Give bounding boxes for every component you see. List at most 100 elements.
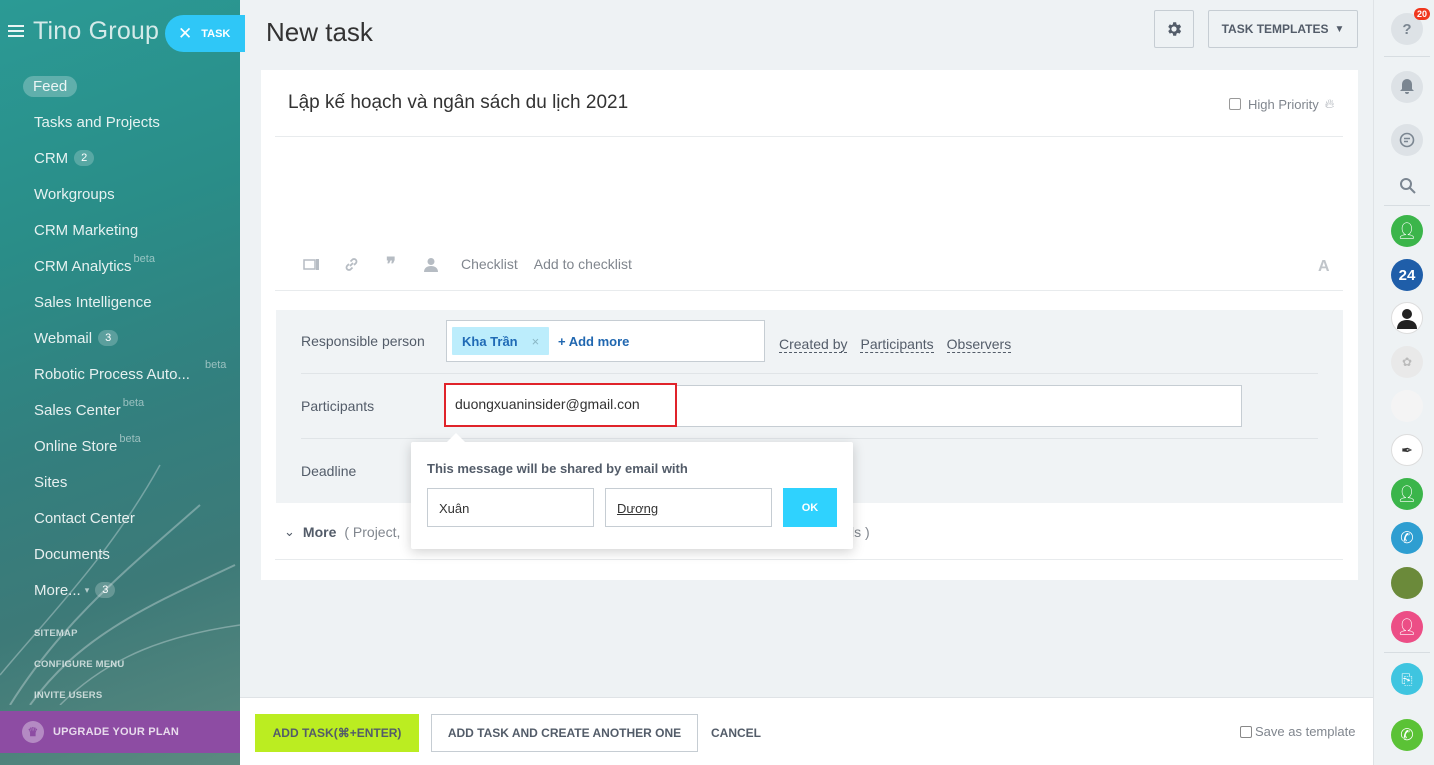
divider	[275, 559, 1343, 560]
user-avatar[interactable]	[1391, 567, 1423, 599]
sidebar-item-crm-analytics[interactable]: CRM Analytics beta	[0, 248, 240, 284]
chevron-down-icon: ▾	[84, 584, 90, 595]
add-to-checklist-button[interactable]: Add to checklist	[534, 256, 632, 272]
chevron-down-icon: ⌄	[284, 524, 295, 539]
chevron-down-icon: ▼	[1334, 23, 1345, 35]
configure-menu-link[interactable]: CONFIGURE MENU	[34, 659, 124, 690]
sidebar-item-webmail[interactable]: Webmail 3	[0, 320, 240, 356]
sidebar-item-documents[interactable]: Documents	[0, 536, 240, 572]
quote-icon[interactable]: ❞	[381, 254, 401, 274]
user-avatar[interactable]: ✒	[1391, 434, 1423, 466]
role-links: Created by Participants Observers	[779, 336, 1024, 353]
ok-button[interactable]: OK	[783, 488, 837, 527]
remove-icon[interactable]: ×	[532, 334, 540, 349]
participants-email-input[interactable]: duongxuaninsider@gmail.con	[444, 383, 677, 427]
task-title-input[interactable]: Lập kế hoạch và ngân sách du lịch 2021	[288, 92, 628, 114]
sidebar-item-rpa[interactable]: Robotic Process Auto... beta	[0, 356, 240, 392]
call-icon[interactable]: ✆	[1391, 719, 1423, 751]
last-name-input[interactable]: Dương	[605, 488, 772, 527]
phone-icon[interactable]: ✆	[1391, 522, 1423, 554]
deadline-label: Deadline	[301, 463, 357, 479]
beta-tag: beta	[205, 359, 227, 371]
more-section-toggle[interactable]: ⌄ More ( Project,	[284, 524, 400, 540]
menu-icon[interactable]	[8, 25, 24, 37]
sidebar-item-crm-marketing[interactable]: CRM Marketing	[0, 212, 240, 248]
upgrade-plan-button[interactable]: ♛ UPGRADE YOUR PLAN	[0, 711, 240, 753]
sidebar-item-more[interactable]: More... ▾ 3	[0, 572, 240, 608]
count-badge: 2	[74, 150, 95, 166]
company-logo[interactable]: Tino Group	[33, 17, 159, 46]
divider	[1384, 205, 1430, 206]
sidebar-item-contact-center[interactable]: Contact Center	[0, 500, 240, 536]
beta-tag: beta	[119, 433, 141, 445]
add-task-and-create-another-button[interactable]: ADD TASK AND CREATE ANOTHER ONE	[431, 714, 698, 752]
checklist-button[interactable]: Checklist	[461, 256, 518, 272]
fire-icon: 🔥︎	[1324, 96, 1335, 111]
save-as-template-toggle[interactable]: Save as template	[1240, 724, 1355, 739]
gear-icon	[1168, 22, 1182, 36]
sidebar-item-sales-center[interactable]: Sales Center beta	[0, 392, 240, 428]
sidebar-item-crm[interactable]: CRM 2	[0, 140, 240, 176]
responsible-person-chip[interactable]: Kha Trần ×	[452, 327, 550, 355]
user-avatar[interactable]	[1391, 302, 1423, 334]
sitemap-link[interactable]: SITEMAP	[34, 628, 124, 659]
page-title: New task	[266, 17, 373, 47]
notification-badge: 20	[1414, 8, 1431, 20]
count-badge: 3	[98, 330, 119, 346]
help-icon[interactable]: ? 20	[1391, 8, 1431, 45]
bitrix24-icon[interactable]: 24	[1391, 259, 1423, 291]
participants-label: Participants	[301, 398, 375, 414]
link-icon[interactable]	[341, 256, 361, 272]
close-icon: ✕	[178, 23, 193, 43]
first-name-input[interactable]: Xuân	[427, 488, 594, 527]
divider	[1384, 652, 1430, 653]
form-footer: ADD TASK(⌘+ENTER) ADD TASK AND CREATE AN…	[240, 697, 1373, 765]
font-format-icon[interactable]: A	[1318, 258, 1330, 276]
beta-tag: beta	[122, 397, 145, 409]
chat-icon[interactable]	[1391, 124, 1423, 156]
divider	[301, 373, 1318, 374]
divider	[275, 136, 1343, 137]
more-hint-end: ls )	[851, 524, 870, 540]
mention-user-icon[interactable]	[421, 256, 441, 272]
search-icon[interactable]	[1391, 169, 1423, 201]
observers-link[interactable]: Observers	[946, 336, 1012, 353]
open-lines-icon[interactable]: ⎘	[1391, 663, 1423, 695]
task-templates-button[interactable]: TASK TEMPLATES ▼	[1208, 10, 1358, 48]
user-avatar[interactable]: 👤︎	[1391, 478, 1423, 510]
settings-button[interactable]	[1154, 10, 1194, 48]
sidebar-item-feed[interactable]: Feed	[0, 68, 240, 104]
user-avatar[interactable]: 👤︎	[1391, 611, 1423, 643]
task-button[interactable]: ✕ TASK	[165, 15, 245, 52]
editor-toolbar: ❞ Checklist Add to checklist	[301, 254, 648, 274]
sidebar-item-online-store[interactable]: Online Store beta	[0, 428, 240, 464]
bell-icon[interactable]	[1391, 71, 1423, 103]
responsible-person-field[interactable]: Kha Trần × + Add more	[446, 320, 765, 362]
upload-file-icon[interactable]	[301, 256, 321, 272]
more-hint: ( Project,	[344, 524, 401, 540]
sidebar-header: Tino Group	[8, 16, 159, 46]
high-priority-toggle[interactable]: High Priority 🔥︎	[1229, 96, 1334, 112]
divider	[275, 290, 1343, 291]
sidebar-item-sales-intelligence[interactable]: Sales Intelligence	[0, 284, 240, 320]
user-avatar[interactable]: ✿	[1391, 346, 1423, 378]
add-more-link[interactable]: + Add more	[558, 334, 629, 349]
add-task-button[interactable]: ADD TASK(⌘+ENTER)	[255, 714, 419, 752]
main-content: New task TASK TEMPLATES ▼ Lập kế hoạch v…	[240, 0, 1373, 765]
person-icon: 👤︎	[1396, 619, 1418, 636]
user-avatar[interactable]	[1391, 390, 1423, 422]
sidebar-links: SITEMAP CONFIGURE MENU INVITE USERS	[34, 628, 124, 721]
more-label: More	[302, 524, 337, 540]
participants-link[interactable]: Participants	[860, 336, 934, 353]
user-avatar[interactable]: 👤︎	[1391, 215, 1423, 247]
sidebar-item-workgroups[interactable]: Workgroups	[0, 176, 240, 212]
count-badge: 3	[95, 582, 116, 598]
beta-tag: beta	[133, 253, 155, 265]
created-by-link[interactable]: Created by	[779, 336, 848, 353]
cancel-button[interactable]: CANCEL	[711, 726, 761, 740]
sidebar-item-sites[interactable]: Sites	[0, 464, 240, 500]
high-priority-checkbox[interactable]	[1229, 98, 1241, 110]
person-icon: 👤︎	[1396, 223, 1418, 240]
sidebar-item-tasks[interactable]: Tasks and Projects	[0, 104, 240, 140]
save-as-template-checkbox[interactable]	[1240, 725, 1252, 738]
